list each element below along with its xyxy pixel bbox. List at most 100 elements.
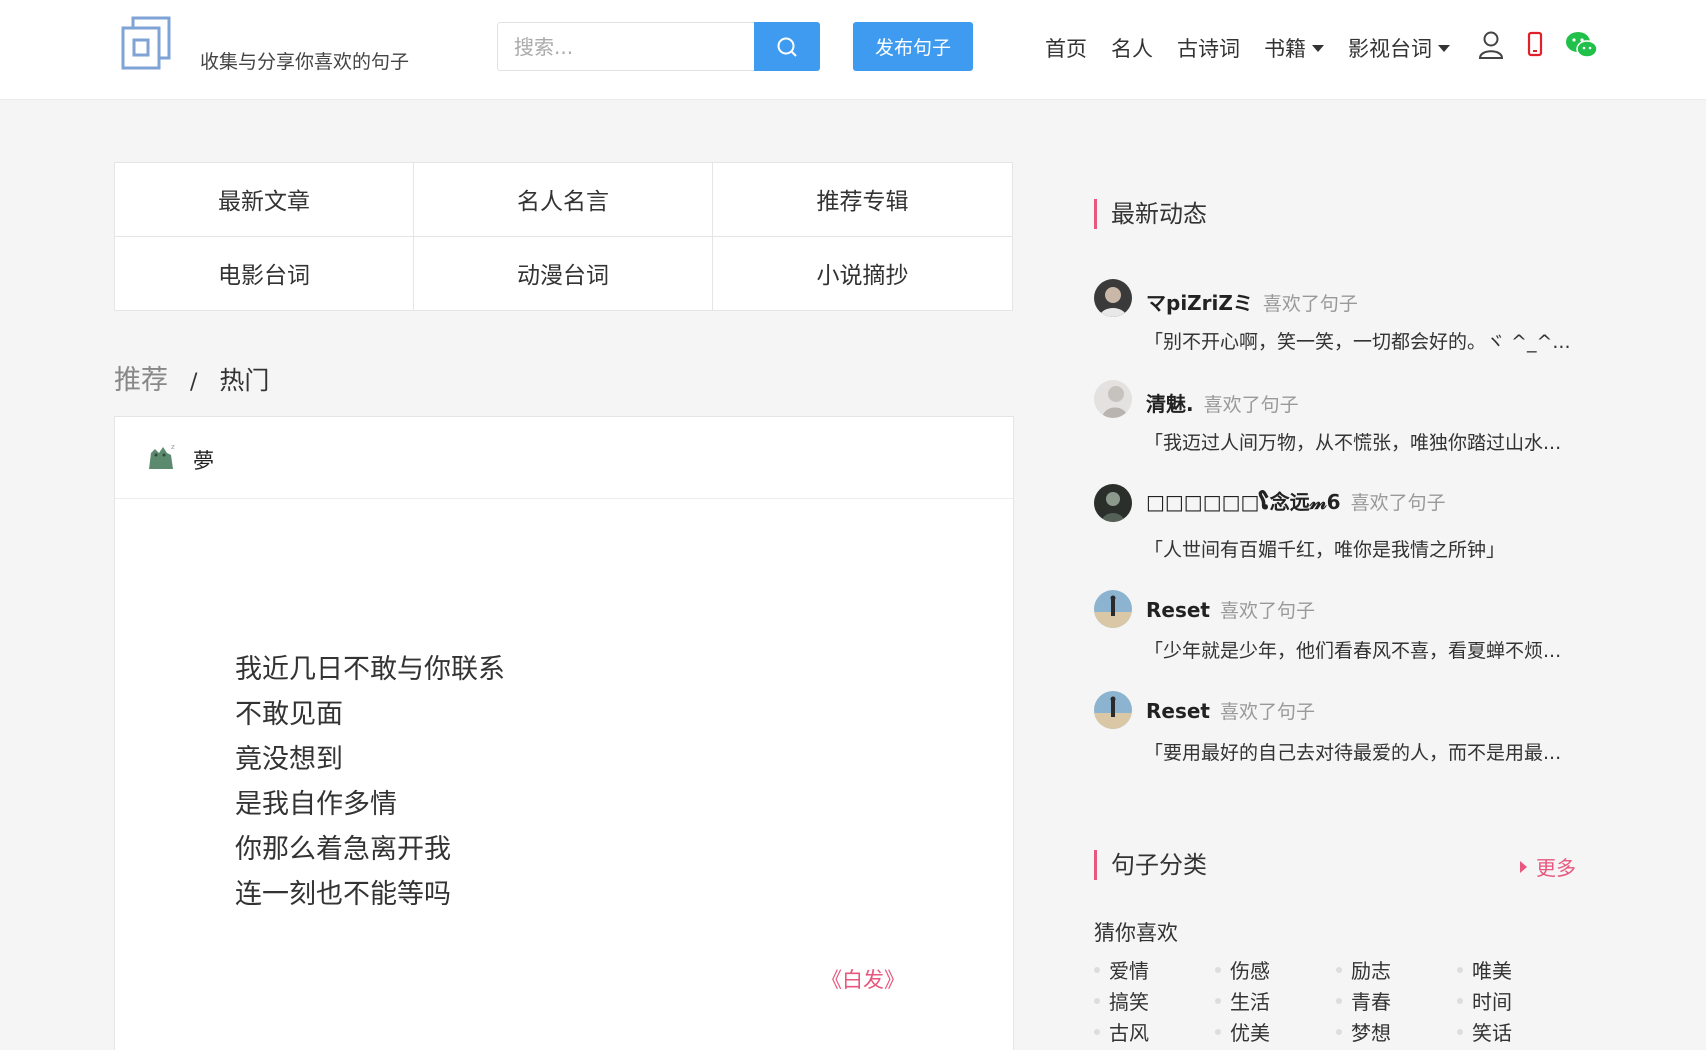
tag-item[interactable]: 时间	[1457, 988, 1578, 1014]
search-button[interactable]	[754, 22, 820, 71]
publish-button[interactable]: 发布句子	[853, 22, 973, 71]
wechat-icon[interactable]	[1565, 30, 1599, 60]
tag-label: 优美	[1230, 1021, 1270, 1045]
tab-separator: /	[190, 370, 198, 395]
bullet-icon	[1457, 1028, 1463, 1035]
username-text: 清魅.	[1146, 392, 1194, 416]
avatar[interactable]: z	[145, 441, 177, 473]
avatar[interactable]	[1094, 279, 1132, 317]
tag-label: 唯美	[1472, 959, 1512, 983]
avatar[interactable]	[1094, 691, 1132, 729]
user-icon[interactable]	[1478, 30, 1504, 60]
activity-quote[interactable]: 「别不开心啊，笑一笑，一切都会好的。ヾ ^_^...	[1144, 327, 1571, 354]
triangle-right-icon	[1520, 860, 1527, 873]
tag-item[interactable]: 笑话	[1457, 1019, 1578, 1045]
category-famous-quotes[interactable]: 名人名言	[414, 163, 713, 237]
site-header: 收集与分享你喜欢的句子 发布句子 首页 名人 古诗词 书籍 影视台词	[0, 0, 1706, 100]
avatar[interactable]	[1094, 484, 1132, 522]
avatar[interactable]	[1094, 380, 1132, 418]
activity-quote[interactable]: 「要用最好的自己去对待最爱的人，而不是用最...	[1144, 738, 1561, 765]
activity-username[interactable]: Reset 喜欢了句子	[1146, 596, 1315, 623]
activity-username[interactable]: Reset 喜欢了句子	[1146, 697, 1315, 724]
activity-username[interactable]: マpiZriZミ 喜欢了句子	[1146, 287, 1358, 316]
more-link[interactable]: 更多	[1520, 852, 1576, 881]
bullet-icon	[1336, 997, 1342, 1004]
bullet-icon	[1094, 1028, 1100, 1035]
activity-action: 喜欢了句子	[1262, 293, 1358, 315]
category-tags: 爱情 伤感 励志 唯美 搞笑 生活 青春 时间 古风 优美 梦想 笑话	[1094, 957, 1614, 1045]
bullet-icon	[1215, 966, 1221, 973]
mobile-icon[interactable]	[1527, 30, 1543, 60]
category-grid: 最新文章 名人名言 推荐专辑 电影台词 动漫台词 小说摘抄	[114, 162, 1013, 311]
activity-quote[interactable]: 「少年就是少年，他们看春风不喜，看夏蝉不烦...	[1144, 636, 1561, 663]
more-label: 更多	[1536, 856, 1576, 880]
category-recommended-albums[interactable]: 推荐专辑	[713, 163, 1012, 237]
category-novel-excerpts[interactable]: 小说摘抄	[713, 237, 1012, 311]
post-line: 你那么着急离开我	[235, 834, 451, 865]
tag-label: 伤感	[1230, 959, 1270, 983]
username-text: マpiZriZミ	[1146, 291, 1253, 315]
tag-item[interactable]: 古风	[1094, 1019, 1215, 1045]
post-line: 竟没想到	[235, 744, 343, 775]
post-line: 我近几日不敢与你联系	[235, 654, 505, 685]
nav-books-dropdown[interactable]: 书籍	[1264, 33, 1324, 63]
bullet-icon	[1336, 1028, 1342, 1035]
main-nav: 首页 名人 古诗词 书籍 影视台词	[1045, 33, 1474, 63]
activity-quote[interactable]: 「我迈过人间万物，从不慌张，唯独你踏过山水...	[1144, 428, 1561, 455]
tag-item[interactable]: 生活	[1215, 988, 1336, 1014]
category-anime-lines[interactable]: 动漫台词	[414, 236, 713, 310]
username-text: Reset	[1146, 598, 1210, 622]
activity-action: 喜欢了句子	[1220, 701, 1316, 723]
site-logo[interactable]	[120, 16, 172, 70]
tag-item[interactable]: 爱情	[1094, 957, 1215, 983]
search-input[interactable]	[497, 22, 755, 71]
nav-film-lines-dropdown[interactable]: 影视台词	[1348, 33, 1450, 63]
category-latest-articles[interactable]: 最新文章	[115, 163, 414, 237]
tab-hot[interactable]: 热门	[219, 361, 269, 397]
tag-item[interactable]: 优美	[1215, 1019, 1336, 1045]
feed-tabs: 推荐 / 热门	[114, 358, 269, 397]
nav-home[interactable]: 首页	[1045, 33, 1087, 63]
activity-action: 喜欢了句子	[1350, 492, 1446, 514]
tag-item[interactable]: 伤感	[1215, 957, 1336, 983]
post-content[interactable]: 我近几日不敢与你联系 不敢见面 竟没想到 是我自作多情 你那么着急离开我 连一刻…	[235, 647, 505, 917]
nav-poetry[interactable]: 古诗词	[1177, 33, 1240, 63]
bullet-icon	[1215, 1028, 1221, 1035]
tag-label: 梦想	[1351, 1021, 1391, 1045]
activity-username[interactable]: 清魅. 喜欢了句子	[1146, 388, 1299, 417]
tag-item[interactable]: 搞笑	[1094, 988, 1215, 1014]
activity-quote[interactable]: 「人世间有百媚千红，唯你是我情之所钟」	[1144, 535, 1505, 562]
category-section-title: 句子分类	[1094, 850, 1207, 880]
username-text: Reset	[1146, 699, 1210, 723]
category-movie-lines[interactable]: 电影台词	[115, 236, 414, 310]
bullet-icon	[1094, 997, 1100, 1004]
tag-item[interactable]: 唯美	[1457, 957, 1578, 983]
tag-label: 青春	[1351, 990, 1391, 1014]
tag-item[interactable]: 励志	[1336, 957, 1457, 983]
post-header: z 夢	[115, 417, 1013, 499]
username-text: □□□□□□ໂ念远𝓂6	[1146, 490, 1341, 514]
nav-celebrities[interactable]: 名人	[1111, 33, 1153, 63]
avatar[interactable]	[1094, 590, 1132, 628]
post-line: 是我自作多情	[235, 789, 397, 820]
activity-item: Reset 喜欢了句子 「要用最好的自己去对待最爱的人，而不是用最...	[1094, 691, 1594, 771]
activity-username[interactable]: □□□□□□ໂ念远𝓂6 喜欢了句子	[1146, 486, 1446, 515]
nav-label: 首页	[1045, 37, 1087, 61]
tag-item[interactable]: 青春	[1336, 988, 1457, 1014]
nav-label: 古诗词	[1177, 37, 1240, 61]
activity-item: □□□□□□ໂ念远𝓂6 喜欢了句子 「人世间有百媚千红，唯你是我情之所钟」	[1094, 484, 1594, 564]
activity-item: マpiZriZミ 喜欢了句子 「别不开心啊，笑一笑，一切都会好的。ヾ ^_^...	[1094, 279, 1594, 359]
tag-item[interactable]: 梦想	[1336, 1019, 1457, 1045]
guess-you-like-label: 猜你喜欢	[1094, 921, 1178, 945]
tab-recommend[interactable]: 推荐	[114, 358, 168, 397]
bullet-icon	[1094, 966, 1100, 973]
tag-label: 励志	[1351, 959, 1391, 983]
post-line: 连一刻也不能等吗	[235, 879, 451, 910]
post-source-link[interactable]: 《白发》	[821, 964, 905, 994]
post-username[interactable]: 夢	[193, 445, 214, 475]
svg-text:z: z	[171, 443, 175, 451]
bullet-icon	[1215, 997, 1221, 1004]
bullet-icon	[1457, 966, 1463, 973]
tag-label: 生活	[1230, 990, 1270, 1014]
post-line: 不敢见面	[235, 699, 343, 730]
